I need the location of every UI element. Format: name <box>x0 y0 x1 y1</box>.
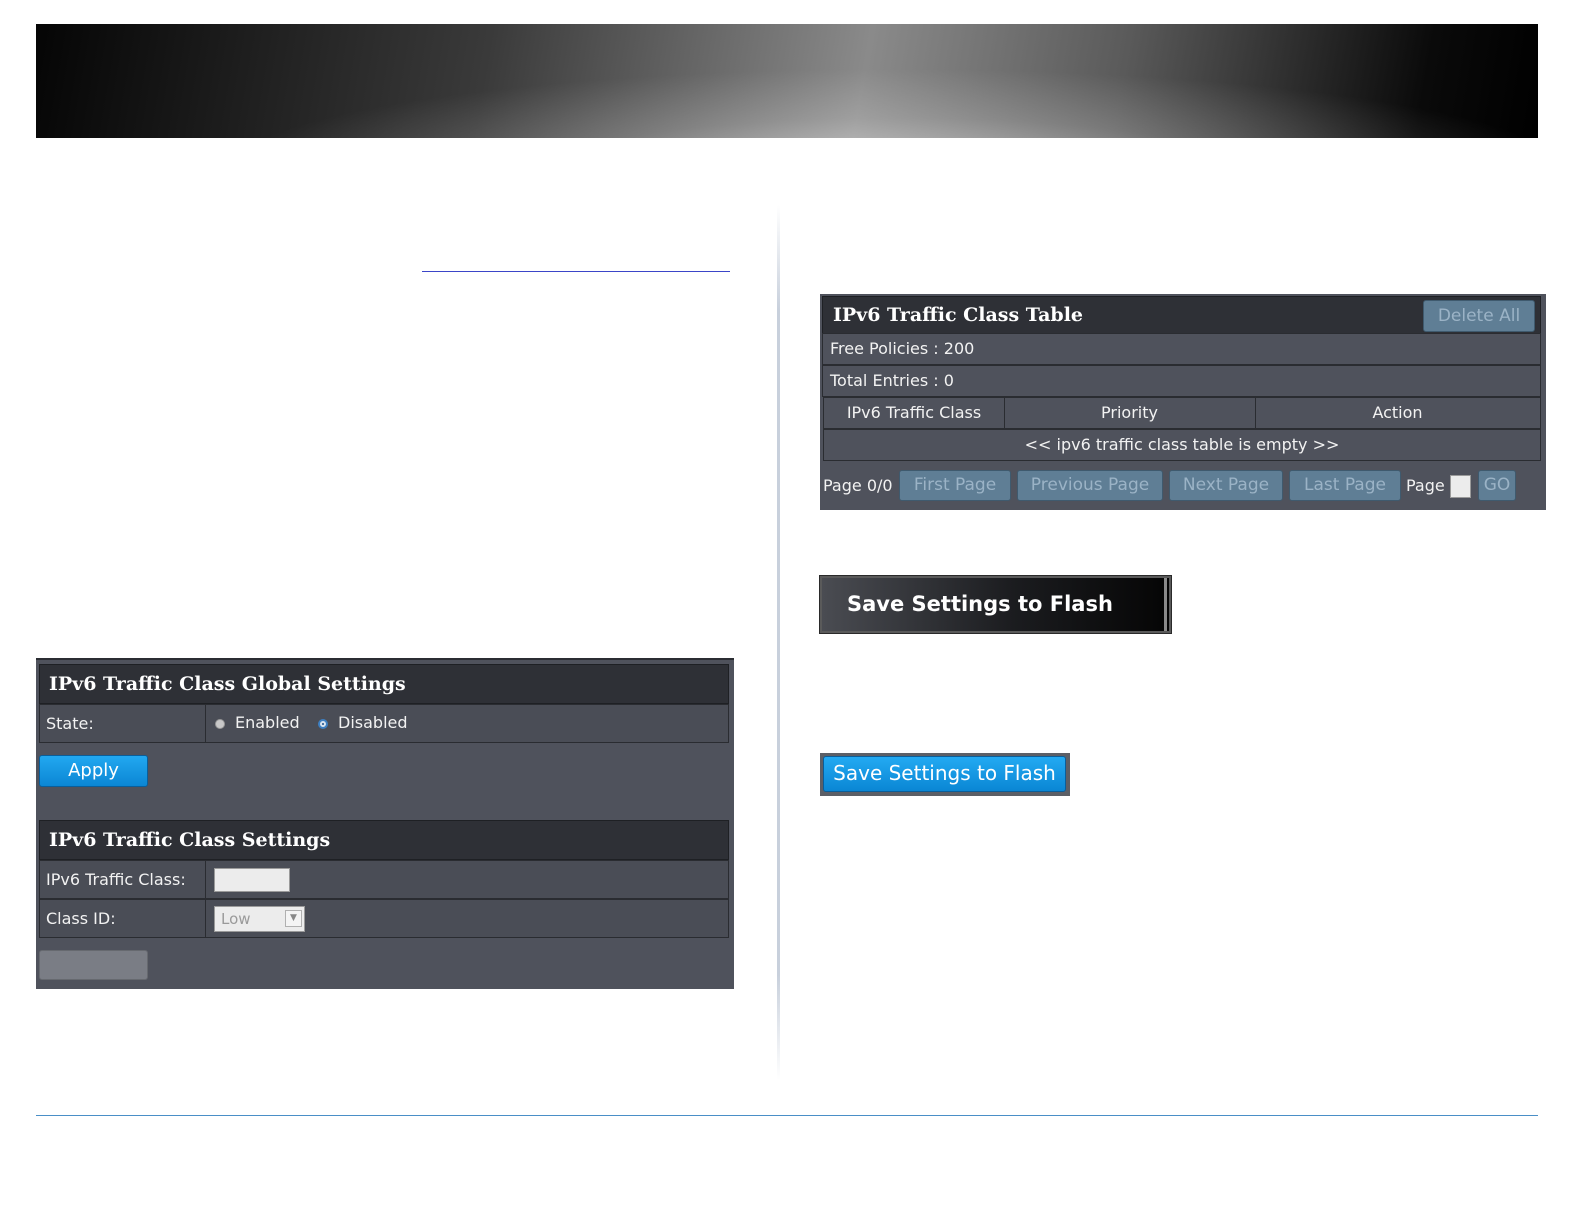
global-settings-title: IPv6 Traffic Class Global Settings <box>39 664 729 704</box>
traffic-class-row: IPv6 Traffic Class: <box>39 860 729 899</box>
save-settings-blue-button[interactable]: Save Settings to Flash <box>823 756 1066 792</box>
header-banner <box>36 24 1538 138</box>
page-status: Page 0/0 <box>823 476 893 495</box>
traffic-class-table-panel: IPv6 Traffic Class Table Delete All Free… <box>820 294 1546 510</box>
state-row: State: Enabled Disabled <box>39 704 729 743</box>
class-id-selected-value: Low <box>221 910 251 928</box>
traffic-class-input[interactable] <box>214 868 290 892</box>
go-button[interactable]: GO <box>1478 470 1516 501</box>
table-header-row: IPv6 Traffic Class Priority Action <box>823 397 1541 429</box>
state-label: State: <box>40 705 206 742</box>
class-id-row: Class ID: Low ▼ <box>39 899 729 938</box>
last-page-button[interactable]: Last Page <box>1289 470 1401 501</box>
hyperlink-underline[interactable] <box>422 271 730 272</box>
previous-page-button[interactable]: Previous Page <box>1017 470 1163 501</box>
disabled-radio-label[interactable]: Disabled <box>338 713 408 732</box>
page-label: Page <box>1406 476 1445 495</box>
first-page-button[interactable]: First Page <box>899 470 1011 501</box>
apply-button[interactable]: Apply <box>39 755 148 787</box>
add-button-disabled[interactable] <box>39 950 148 980</box>
disabled-radio[interactable] <box>318 719 328 729</box>
save-settings-dark-button[interactable]: Save Settings to Flash <box>819 575 1172 634</box>
column-header: IPv6 Traffic Class <box>824 398 1005 428</box>
chevron-down-icon[interactable]: ▼ <box>285 910 302 927</box>
state-options: Enabled Disabled <box>207 705 728 742</box>
free-policies: Free Policies : 200 <box>822 333 1541 365</box>
class-settings-title: IPv6 Traffic Class Settings <box>39 820 729 860</box>
column-divider <box>777 205 780 1080</box>
class-id-label: Class ID: <box>40 900 206 937</box>
page-number-input[interactable] <box>1450 475 1471 498</box>
column-header: Priority <box>1004 398 1256 428</box>
next-page-button[interactable]: Next Page <box>1169 470 1283 501</box>
empty-table-message: << ipv6 traffic class table is empty >> <box>823 429 1541 461</box>
enabled-radio-label[interactable]: Enabled <box>235 713 300 732</box>
footer-divider <box>36 1115 1538 1116</box>
delete-all-button[interactable]: Delete All <box>1423 300 1535 332</box>
save-settings-blue-frame: Save Settings to Flash <box>820 753 1070 796</box>
table-title-text: IPv6 Traffic Class Table <box>833 304 1084 326</box>
traffic-class-label: IPv6 Traffic Class: <box>40 861 206 898</box>
class-id-select[interactable]: Low ▼ <box>214 906 305 932</box>
enabled-radio[interactable] <box>215 719 225 729</box>
column-header: Action <box>1372 403 1423 422</box>
total-entries: Total Entries : 0 <box>822 365 1541 397</box>
global-settings-panel: IPv6 Traffic Class Global Settings State… <box>36 658 734 989</box>
